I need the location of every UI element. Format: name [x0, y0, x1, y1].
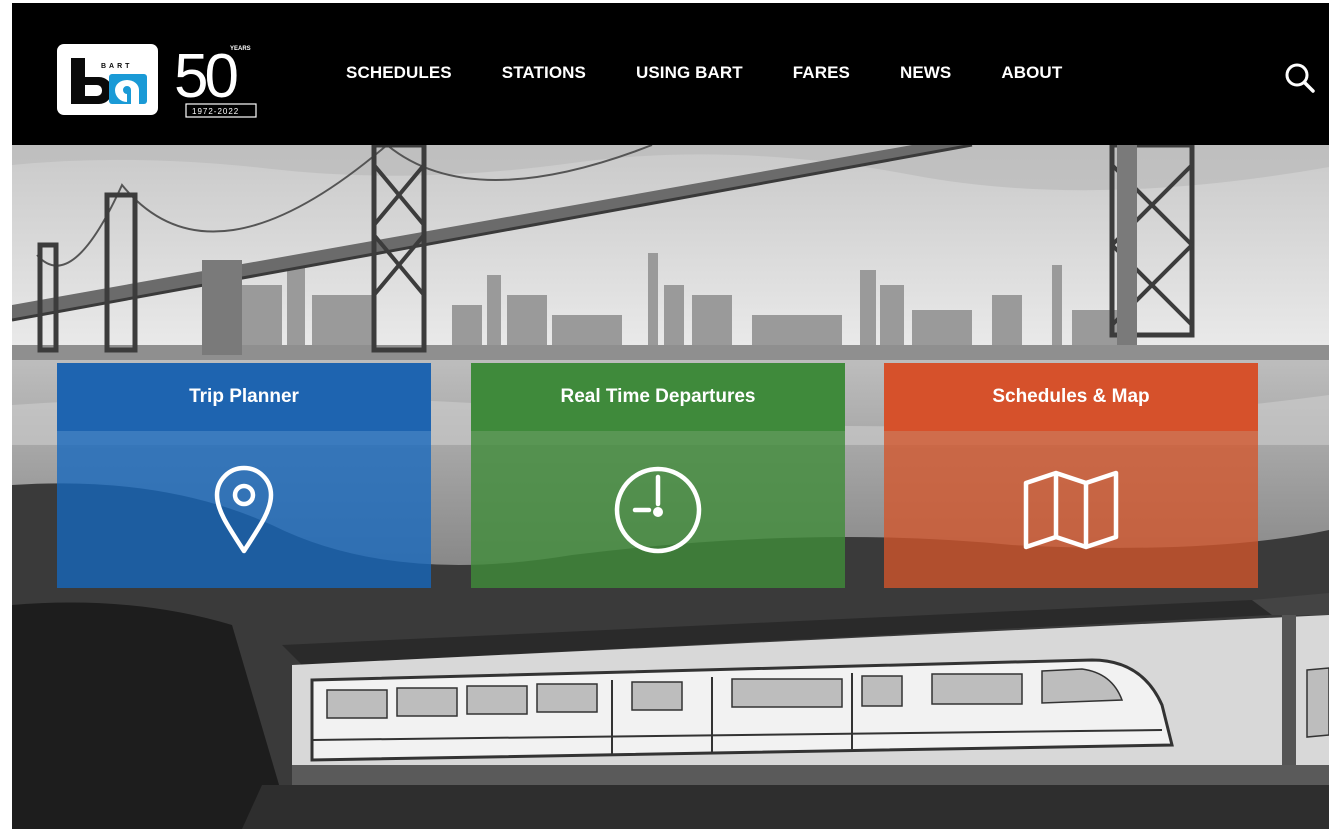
- trip-planner-body: [57, 431, 431, 588]
- bart-logo-mark: BART: [71, 58, 147, 104]
- search-button[interactable]: [1283, 61, 1317, 95]
- nav-schedules[interactable]: SCHEDULES: [346, 63, 452, 83]
- search-icon: [1285, 63, 1315, 93]
- anniversary-label: YEARS: [230, 46, 251, 52]
- schedules-map-title: Schedules & Map: [884, 363, 1258, 431]
- nav-news[interactable]: NEWS: [900, 63, 951, 83]
- page-margin: [0, 0, 12, 829]
- logo-small-text: BART: [101, 63, 132, 70]
- real-time-departures-body: [471, 431, 845, 588]
- real-time-departures-tile[interactable]: Real Time Departures: [471, 363, 845, 588]
- map-pin-icon: [214, 465, 274, 553]
- trip-planner-tile[interactable]: Trip Planner: [57, 363, 431, 588]
- nav-about[interactable]: ABOUT: [1001, 63, 1062, 83]
- anniversary-years: 1972-2022: [192, 107, 239, 116]
- nav-using-bart[interactable]: USING BART: [636, 63, 743, 83]
- nav-stations[interactable]: STATIONS: [502, 63, 586, 83]
- schedules-map-tile[interactable]: Schedules & Map: [884, 363, 1258, 588]
- folded-map-icon: [1023, 470, 1119, 549]
- schedules-map-body: [884, 431, 1258, 588]
- page: BART 50 YEARS 1972-2022 SCHEDULES STATIO…: [0, 0, 1329, 829]
- main-nav: SCHEDULES STATIONS USING BART FARES NEWS…: [346, 63, 1062, 83]
- bart-logo[interactable]: BART: [57, 44, 158, 115]
- hero-illustration: Trip Planner Real Time Departures Schedu…: [12, 145, 1329, 829]
- clock-icon: [614, 466, 702, 553]
- 50-years-badge: 50 YEARS 1972-2022: [172, 41, 264, 121]
- nav-fares[interactable]: FARES: [793, 63, 850, 83]
- trip-planner-title: Trip Planner: [57, 363, 431, 431]
- site-header: BART 50 YEARS 1972-2022 SCHEDULES STATIO…: [12, 3, 1329, 145]
- real-time-departures-title: Real Time Departures: [471, 363, 845, 431]
- anniversary-number: 50: [174, 42, 237, 111]
